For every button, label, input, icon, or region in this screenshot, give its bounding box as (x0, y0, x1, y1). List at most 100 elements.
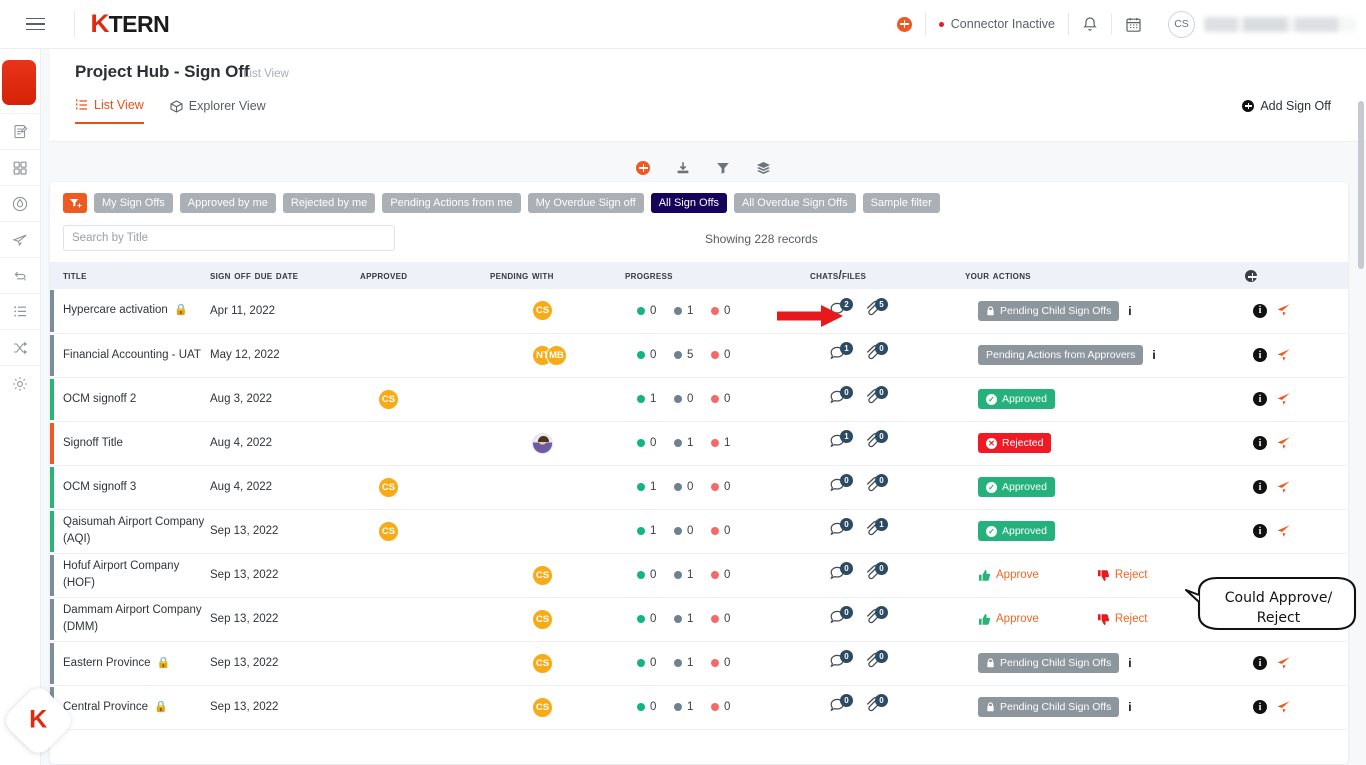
avatar[interactable]: MB (546, 344, 567, 366)
add-circle-icon[interactable] (636, 160, 650, 175)
cell-title[interactable]: Dammam Airport Company (DMM) (50, 597, 210, 641)
avatar[interactable]: CS (378, 520, 399, 542)
info-icon[interactable]: i (1253, 524, 1267, 538)
reject-button[interactable]: Reject (1097, 569, 1147, 582)
column-header-title[interactable]: Title (50, 262, 210, 289)
status-badge[interactable]: ✓ Approved (978, 389, 1055, 409)
filter-chip-rejected-by-me[interactable]: Rejected by me (282, 193, 376, 213)
filter-chip-sample-filter[interactable]: Sample filter (862, 193, 940, 213)
avatar[interactable]: CS (378, 388, 399, 410)
info-icon[interactable]: i (1253, 480, 1267, 494)
cell-title[interactable]: Hypercare activation 🔒 (50, 289, 210, 333)
send-icon[interactable] (1276, 480, 1291, 495)
table-row[interactable]: Hypercare activation 🔒 Apr 11, 2022 CS 0 1 0 2… (50, 289, 1348, 333)
sidebar-item-app-tile[interactable] (2, 60, 36, 105)
attachment-icon[interactable]: 0 (863, 474, 888, 499)
vertical-scrollbar[interactable] (1358, 101, 1364, 269)
info-icon[interactable]: i (1253, 392, 1267, 406)
cell-title[interactable]: Hofuf Airport Company (HOF) (50, 553, 210, 597)
cell-title[interactable]: Central Province 🔒 (50, 685, 210, 729)
avatar[interactable]: CS (378, 476, 399, 498)
attachment-icon[interactable]: 5 (863, 297, 888, 323)
send-icon[interactable] (1276, 700, 1291, 715)
column-header-approved[interactable]: Approved (360, 262, 490, 289)
table-row[interactable]: Financial Accounting - UAT May 12, 2022 NT… (50, 333, 1348, 377)
calendar-icon[interactable] (1112, 16, 1155, 33)
send-icon[interactable] (1276, 612, 1291, 627)
attachment-icon[interactable]: 0 (863, 606, 888, 631)
table-row[interactable]: Central Province 🔒 Sep 13, 2022 CS 0 1 0 0 0 Pen… (50, 685, 1348, 729)
cell-title[interactable]: Financial Accounting - UAT (50, 333, 210, 377)
info-icon[interactable]: i (1253, 612, 1267, 626)
chat-icon[interactable]: 0 (828, 694, 853, 719)
column-header-add-column[interactable] (1245, 262, 1348, 289)
chat-icon[interactable]: 0 (828, 518, 853, 543)
filter-chip-all-overdue-sign-offs[interactable]: All Overdue Sign Offs (734, 193, 856, 213)
reject-button[interactable]: Reject (1097, 613, 1147, 626)
info-icon[interactable]: i (1253, 303, 1267, 318)
filter-chip-my-overdue-sign-off[interactable]: My Overdue Sign off (527, 193, 644, 213)
filter-chip-all-sign-offs[interactable]: All Sign Offs (650, 193, 728, 213)
approve-button[interactable]: Approve (978, 613, 1039, 626)
column-header-chats-files[interactable]: Chats/Files (810, 262, 965, 289)
filter-chip-pending-actions-from-me[interactable]: Pending Actions from me (382, 193, 521, 213)
attachment-icon[interactable]: 0 (863, 694, 888, 719)
filter-chip-approved-by-me[interactable]: Approved by me (179, 193, 276, 213)
shuffle-icon[interactable] (0, 329, 40, 365)
avatar[interactable]: CS (532, 696, 553, 718)
list-icon[interactable] (0, 293, 40, 329)
info-icon[interactable]: i (1253, 656, 1267, 670)
avatar[interactable]: CS (532, 300, 553, 322)
tab-explorer-view[interactable]: Explorer View (170, 98, 266, 124)
info-icon[interactable]: i (1253, 348, 1267, 362)
avatar[interactable]: CS (532, 564, 553, 586)
attachment-icon[interactable]: 0 (863, 386, 888, 411)
status-badge[interactable]: Pending Child Sign Offs (978, 697, 1120, 717)
filter-chip-my-sign-offs[interactable]: My Sign Offs (94, 193, 173, 213)
table-row[interactable]: Dammam Airport Company (DMM) Sep 13, 2022 C… (50, 597, 1348, 641)
info-icon[interactable]: i (1152, 348, 1155, 362)
send-icon[interactable] (0, 221, 40, 257)
download-icon[interactable] (676, 161, 690, 175)
layers-icon[interactable] (756, 161, 771, 175)
info-icon[interactable]: i (1128, 656, 1131, 670)
column-header-progress[interactable]: Progress (625, 262, 810, 289)
status-badge[interactable]: Pending Child Sign Offs (978, 653, 1120, 673)
info-icon[interactable]: i (1128, 304, 1131, 318)
attachment-icon[interactable]: 0 (863, 342, 888, 367)
chat-icon[interactable]: 0 (828, 386, 853, 411)
status-badge[interactable]: Pending Child Sign Offs (978, 300, 1120, 321)
table-row[interactable]: OCM signoff 3 Aug 4, 2022 CS 1 0 0 0 0 ✓ Approved… (50, 465, 1348, 509)
table-row[interactable]: Signoff Title Aug 4, 2022 0 1 1 1 0 ✕ Rejected i (50, 421, 1348, 465)
avatar-photo[interactable] (532, 432, 553, 454)
tab-list-view[interactable]: List View (75, 98, 144, 124)
approve-button[interactable]: Approve (978, 569, 1039, 582)
send-icon[interactable] (1276, 348, 1291, 363)
status-badge[interactable]: ✕ Rejected (978, 433, 1052, 453)
avatar[interactable]: CS (532, 652, 553, 674)
chat-icon[interactable]: 0 (828, 650, 853, 675)
info-icon[interactable]: i (1128, 700, 1131, 714)
cell-title[interactable]: Eastern Province 🔒 (50, 641, 210, 685)
connector-status[interactable]: Connector Inactive (926, 17, 1068, 31)
info-icon[interactable]: i (1253, 436, 1267, 450)
send-icon[interactable] (1276, 392, 1291, 407)
info-icon[interactable]: i (1253, 700, 1267, 714)
add-circle-icon[interactable] (884, 16, 925, 32)
chat-icon[interactable]: 2 (828, 297, 853, 323)
send-icon[interactable] (1276, 656, 1291, 671)
refresh-icon[interactable] (0, 257, 40, 293)
edit-note-icon[interactable] (0, 113, 40, 149)
column-header-pending-with[interactable]: Pending With (490, 262, 625, 289)
column-header-your-actions[interactable]: Your Actions (965, 262, 1245, 289)
bell-icon[interactable] (1069, 16, 1111, 33)
cell-title[interactable]: OCM signoff 2 (50, 377, 210, 421)
attachment-icon[interactable]: 1 (863, 518, 888, 543)
table-row[interactable]: Qaisumah Airport Company (AQI) Sep 13, 202… (50, 509, 1348, 553)
table-row[interactable]: OCM signoff 2 Aug 3, 2022 CS 1 0 0 0 0 ✓ Approved… (50, 377, 1348, 421)
cell-title[interactable]: Qaisumah Airport Company (AQI) (50, 509, 210, 553)
send-icon[interactable] (1276, 436, 1291, 451)
gear-icon[interactable] (0, 365, 40, 401)
table-row[interactable]: Eastern Province 🔒 Sep 13, 2022 CS 0 1 0 0 0 Pen… (50, 641, 1348, 685)
status-badge[interactable]: ✓ Approved (978, 477, 1055, 497)
